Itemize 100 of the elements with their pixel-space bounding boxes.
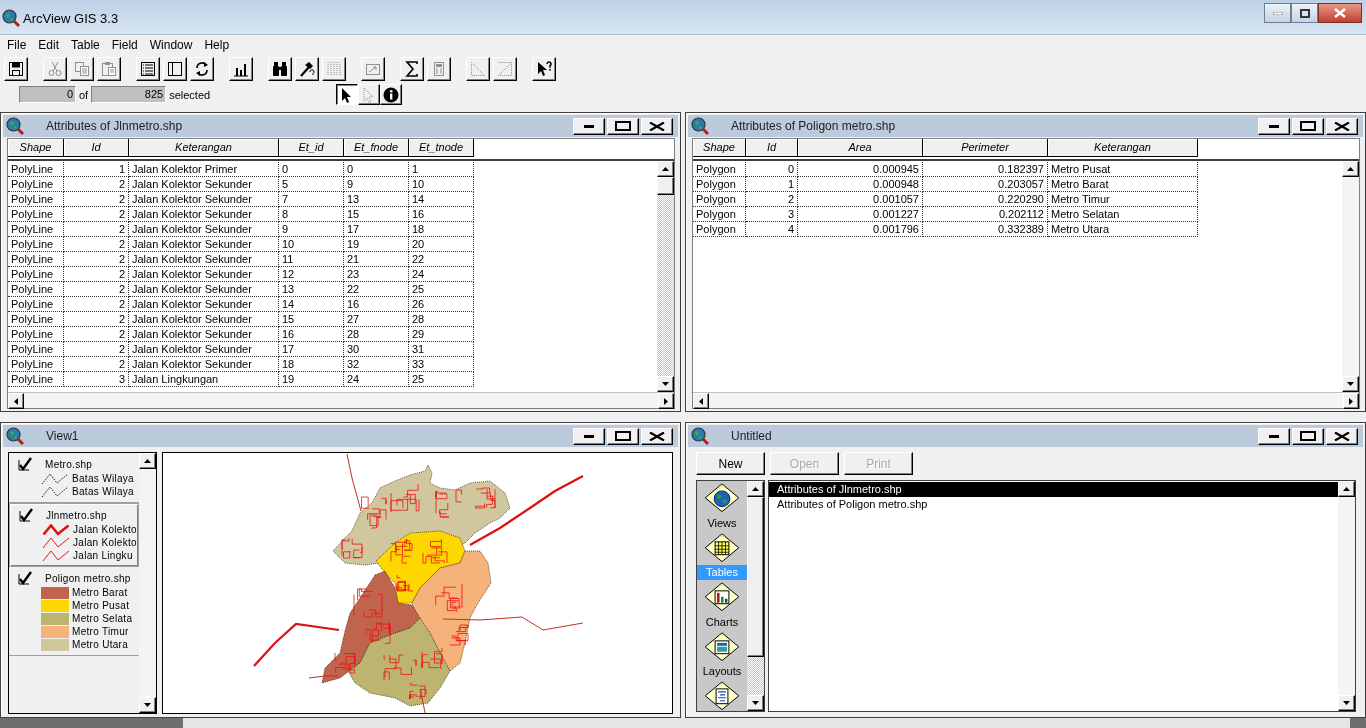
column-header[interactable]: Perimeter [923, 139, 1048, 157]
vertical-scrollbar[interactable] [139, 453, 156, 713]
layer-name: Metro.shp [45, 458, 93, 470]
table-cell: 1 [409, 162, 474, 177]
list-view-button[interactable] [136, 57, 160, 81]
up-arrow-icon [752, 487, 759, 491]
table-cell: 31 [409, 342, 474, 357]
table-diamond-icon[interactable] [704, 532, 740, 563]
help-button[interactable] [532, 57, 556, 81]
horizontal-scrollbar[interactable] [693, 392, 1359, 408]
table-cell: Jalan Kolektor Sekunder [129, 252, 279, 267]
column-header[interactable]: Et_id [279, 139, 344, 157]
scroll-up-button[interactable] [657, 161, 674, 177]
document-type-item[interactable]: Charts [697, 614, 747, 630]
document-item[interactable]: Attributes of Jlnmetro.shp [769, 482, 1338, 497]
column-header[interactable]: Shape [693, 139, 746, 157]
scroll-right-button[interactable] [1343, 393, 1359, 409]
vertical-scrollbar[interactable] [1342, 161, 1359, 392]
chart-button[interactable] [229, 57, 253, 81]
dotted-zigzag-line-icon [41, 485, 69, 498]
scroll-down-button[interactable] [139, 697, 156, 713]
visibility-checkbox[interactable] [18, 571, 32, 585]
document-type-item[interactable]: Layouts [697, 664, 747, 680]
scroll-up-button[interactable] [139, 453, 156, 469]
map-canvas[interactable] [162, 452, 673, 714]
visibility-checkbox[interactable] [18, 457, 32, 471]
scroll-up-button[interactable] [1338, 481, 1355, 497]
columns-icon [326, 61, 342, 77]
globe-magnifier-icon [2, 9, 20, 27]
pointer-tool-button[interactable] [336, 84, 359, 105]
table-cell: 11 [279, 252, 344, 267]
menu-item[interactable]: Table [65, 36, 106, 54]
legend-layer[interactable]: Jlnmetro.shp Jalan Kolekto Jalan Kolekto Jalan Lingku [9, 503, 139, 567]
table-cell: 26 [409, 297, 474, 312]
scroll-left-button[interactable] [693, 393, 709, 409]
visibility-checkbox[interactable] [19, 508, 33, 522]
menu-item[interactable]: Edit [32, 36, 66, 54]
table-cell: 2 [64, 192, 129, 207]
column-header[interactable]: Id [64, 139, 129, 157]
document-item[interactable]: Attributes of Poligon metro.shp [769, 497, 1338, 512]
scroll-down-button[interactable] [657, 376, 674, 392]
list-icon [140, 61, 156, 77]
scroll-left-button[interactable] [8, 393, 24, 409]
table-cell: Jalan Kolektor Sekunder [129, 342, 279, 357]
layout-diamond-icon[interactable] [704, 631, 740, 662]
vertical-scrollbar[interactable] [1338, 481, 1355, 711]
minimize-icon [584, 124, 594, 128]
vertical-scrollbar[interactable] [747, 481, 764, 711]
column-header[interactable]: Keterangan [129, 139, 279, 157]
refresh-button[interactable] [190, 57, 214, 81]
menu-item[interactable]: File [1, 36, 33, 54]
table-cell: 19 [279, 372, 344, 387]
find-button[interactable] [268, 57, 292, 81]
table-cell: Jalan Kolektor Sekunder [129, 267, 279, 282]
scrollbar-thumb[interactable] [747, 497, 764, 657]
up-arrow-icon [1347, 167, 1354, 171]
globe-diamond-icon[interactable] [704, 483, 740, 513]
column-header[interactable]: Et_tnode [409, 139, 474, 157]
chart-diamond-icon[interactable] [704, 582, 740, 612]
document-type-item[interactable]: Views [697, 515, 747, 531]
vertical-scrollbar[interactable] [657, 161, 674, 392]
scroll-down-button[interactable] [1342, 376, 1359, 392]
column-header[interactable]: Keterangan [1048, 139, 1198, 157]
menu-item[interactable]: Window [143, 36, 199, 54]
script-diamond-icon[interactable] [704, 681, 740, 711]
scroll-right-button[interactable] [658, 393, 674, 409]
table-cell: PolyLine [8, 282, 64, 297]
table-cell: Jalan Kolektor Sekunder [129, 177, 279, 192]
table-cell: 0.202112 [923, 207, 1048, 222]
column-header[interactable]: Et_fnode [344, 139, 409, 157]
new-button[interactable]: New [696, 452, 765, 475]
table-cell: 21 [344, 252, 409, 267]
column-header[interactable]: Area [798, 139, 923, 157]
table-cell: 16 [279, 327, 344, 342]
legend-layer[interactable]: Poligon metro.shp Metro Barat Metro Pusat Metro Selata Metro Timur Metro Utara [9, 567, 139, 656]
scroll-down-button[interactable] [747, 695, 764, 711]
menu-item[interactable]: Help [198, 36, 236, 54]
menu-item[interactable]: Field [105, 36, 144, 54]
scroll-down-button[interactable] [1338, 695, 1355, 711]
save-button[interactable] [4, 57, 28, 81]
scroll-up-button[interactable] [1342, 161, 1359, 177]
table-cell: 24 [409, 267, 474, 282]
table-cell: 17 [344, 222, 409, 237]
panel-view-button[interactable] [163, 57, 187, 81]
close-button[interactable] [1318, 3, 1362, 23]
table-cell: 0.332389 [923, 222, 1048, 237]
legend-label: Metro Selata [72, 613, 133, 624]
query-button[interactable] [295, 57, 319, 81]
minimize-icon [1269, 434, 1279, 438]
column-header[interactable]: Id [746, 139, 798, 157]
zigzag-line-icon [42, 549, 70, 562]
column-header[interactable]: Shape [8, 139, 64, 157]
total-count-field: 825 [91, 86, 167, 103]
scroll-up-button[interactable] [747, 481, 764, 497]
scrollbar-thumb[interactable] [657, 177, 674, 195]
horizontal-scrollbar[interactable] [8, 392, 674, 408]
summarize-button[interactable] [400, 57, 424, 81]
maximize-button[interactable] [1291, 3, 1318, 23]
identify-tool-button[interactable] [380, 84, 403, 105]
table-cell: Jalan Kolektor Sekunder [129, 222, 279, 237]
